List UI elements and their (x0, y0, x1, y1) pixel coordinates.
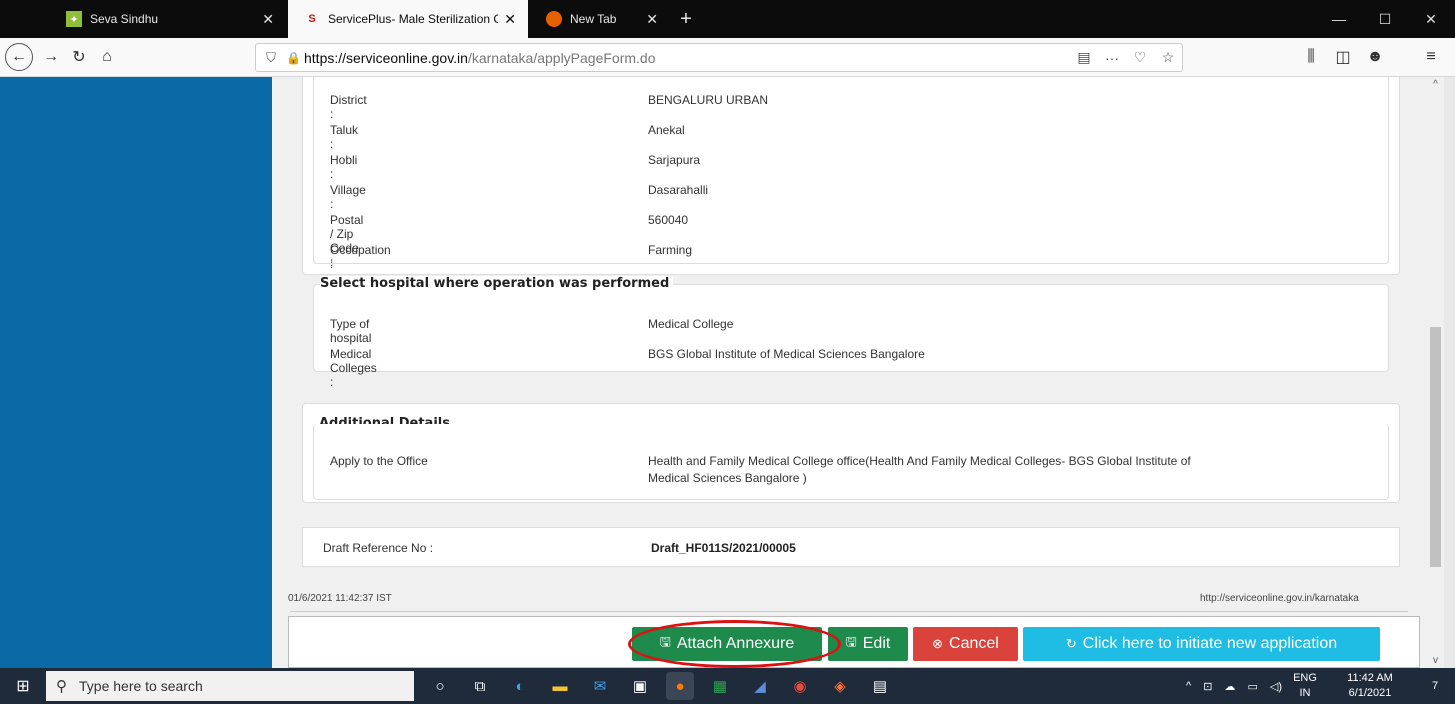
mail-icon[interactable]: ✉ (586, 672, 614, 700)
clock[interactable]: 11:42 AM 6/1/2021 (1330, 671, 1410, 701)
cancel-circle-icon: ⊗ (932, 636, 944, 651)
highlight-circle (628, 620, 841, 668)
scroll-thumb[interactable] (1430, 327, 1441, 567)
maximize-icon[interactable]: ☐ (1362, 0, 1408, 38)
firefox-favicon-icon (546, 11, 562, 27)
site-url: http://serviceonline.gov.in/karnataka (1200, 593, 1359, 604)
close-icon[interactable]: ✕ (262, 11, 274, 28)
brave-icon[interactable]: ◈ (826, 672, 854, 700)
photos-icon[interactable]: ◢ (746, 672, 774, 700)
timestamp: 01/6/2021 11:42:37 IST (288, 593, 392, 604)
additional-details-card: Additional Details Apply to the Office H… (302, 403, 1400, 503)
edge-browser-icon[interactable]: ◐ (506, 672, 534, 700)
close-icon[interactable]: ✕ (646, 11, 658, 28)
scroll-up-icon[interactable]: ^ (1427, 79, 1444, 90)
chevron-up-icon[interactable]: ^ (1186, 680, 1191, 692)
navigation-bar: ← → ↻ ⌂ ⛉ 🔒 https://serviceonline.gov.in… (0, 38, 1455, 77)
cancel-button[interactable]: ⊗ Cancel (913, 627, 1018, 661)
refresh-icon: ↻ (1065, 636, 1077, 651)
cortana-icon[interactable]: ○ (426, 672, 454, 700)
shield-icon[interactable]: ⛉ (256, 50, 286, 66)
window-close-icon[interactable]: ✕ (1408, 0, 1454, 38)
divider (290, 611, 1408, 612)
save-icon: 🖫 (845, 634, 857, 649)
address-fieldset: District : BENGALURU URBAN Taluk : Aneka… (313, 77, 1389, 271)
reload-icon[interactable]: ↻ (66, 44, 92, 70)
left-sidebar (0, 77, 272, 668)
vertical-scrollbar[interactable]: ^ v (1427, 77, 1444, 668)
hospital-legend: Select hospital where operation was perf… (320, 276, 674, 291)
minimize-icon[interactable]: — (1316, 0, 1362, 38)
system-tray[interactable]: ^ ⊡ ☁ ▭ ◁) (1180, 668, 1288, 704)
library-icon[interactable]: ⫼ (1298, 44, 1324, 70)
network-icon[interactable]: ⊡ (1203, 680, 1212, 693)
reader-view-icon[interactable]: ▤ (1070, 49, 1098, 66)
more-actions-icon[interactable]: ··· (1098, 50, 1126, 66)
back-arrow-icon[interactable]: ← (5, 43, 33, 71)
taskbar-search-box[interactable]: ⚲ Type here to search (46, 671, 414, 701)
windows-start-icon[interactable]: ⊞ (0, 668, 46, 704)
seva-sindhu-favicon-icon: ✦ (66, 11, 82, 27)
tab-label: New Tab (570, 12, 617, 26)
notification-count: 7 (1431, 680, 1439, 692)
sidebar-icon[interactable]: ◫ (1330, 44, 1356, 70)
form-preview-area: District : BENGALURU URBAN Taluk : Aneka… (272, 77, 1427, 668)
notes-app-icon[interactable]: ▤ (866, 672, 894, 700)
notifications-icon[interactable]: 7 (1420, 668, 1450, 704)
scroll-down-icon[interactable]: v (1427, 655, 1444, 666)
additional-details-fieldset: Apply to the Office Health and Family Me… (313, 424, 1389, 500)
url-bar[interactable]: ⛉ 🔒 https://serviceonline.gov.in/karnata… (255, 43, 1183, 72)
firefox-icon[interactable]: ● (666, 672, 694, 700)
tab-serviceplus[interactable]: S ServicePlus- Male Sterilization C ✕ (288, 0, 528, 38)
initiate-new-application-button[interactable]: ↻ Click here to initiate new application (1023, 627, 1380, 661)
windows-taskbar: ⊞ ⚲ Type here to search ○ ⧉ ◐ ▬ ✉ ▣ ● ▦ … (0, 668, 1455, 704)
excel-icon[interactable]: ▦ (706, 672, 734, 700)
window-edge (1444, 77, 1455, 668)
draft-reference-card: Draft Reference No : Draft_HF011S/2021/0… (302, 527, 1400, 567)
url-text[interactable]: https://serviceonline.gov.in/karnataka/a… (304, 50, 1070, 66)
browser-tab-strip: ✦ Seva Sindhu ✕ S ServicePlus- Male Ster… (0, 0, 1455, 38)
bookmark-star-icon[interactable]: ☆ (1154, 49, 1182, 66)
account-icon[interactable]: ☻ (1362, 44, 1388, 70)
lock-icon[interactable]: 🔒 (286, 51, 304, 65)
pocket-icon[interactable]: ♡ (1126, 49, 1154, 66)
address-card: District : BENGALURU URBAN Taluk : Aneka… (302, 77, 1400, 389)
onedrive-icon[interactable]: ☁ (1224, 680, 1235, 693)
menu-icon[interactable]: ≡ (1418, 44, 1444, 70)
new-tab-button[interactable]: + (673, 6, 699, 32)
tab-label: ServicePlus- Male Sterilization C (328, 12, 499, 26)
file-explorer-icon[interactable]: ▬ (546, 672, 574, 700)
store-icon[interactable]: ▣ (626, 672, 654, 700)
volume-icon[interactable]: ◁) (1270, 680, 1282, 693)
draft-reference-label: Draft Reference No : (323, 541, 434, 555)
hospital-fieldset: Select hospital where operation was perf… (313, 276, 1389, 389)
language-indicator[interactable]: ENG IN (1290, 671, 1320, 701)
tab-seva-sindhu[interactable]: ✦ Seva Sindhu ✕ (50, 0, 286, 38)
chrome-icon[interactable]: ◉ (786, 672, 814, 700)
forward-arrow-icon[interactable]: → (38, 44, 64, 70)
tab-new-tab[interactable]: New Tab ✕ (530, 0, 670, 38)
search-icon: ⚲ (56, 678, 67, 695)
home-icon[interactable]: ⌂ (94, 44, 120, 70)
task-view-icon[interactable]: ⧉ (466, 672, 494, 700)
battery-icon[interactable]: ▭ (1247, 680, 1257, 693)
web-page: District : BENGALURU URBAN Taluk : Aneka… (0, 77, 1455, 668)
close-icon[interactable]: ✕ (504, 11, 516, 28)
serviceplus-favicon-icon: S (308, 13, 316, 25)
draft-reference-value: Draft_HF011S/2021/00005 (651, 541, 796, 555)
tab-label: Seva Sindhu (90, 12, 159, 26)
